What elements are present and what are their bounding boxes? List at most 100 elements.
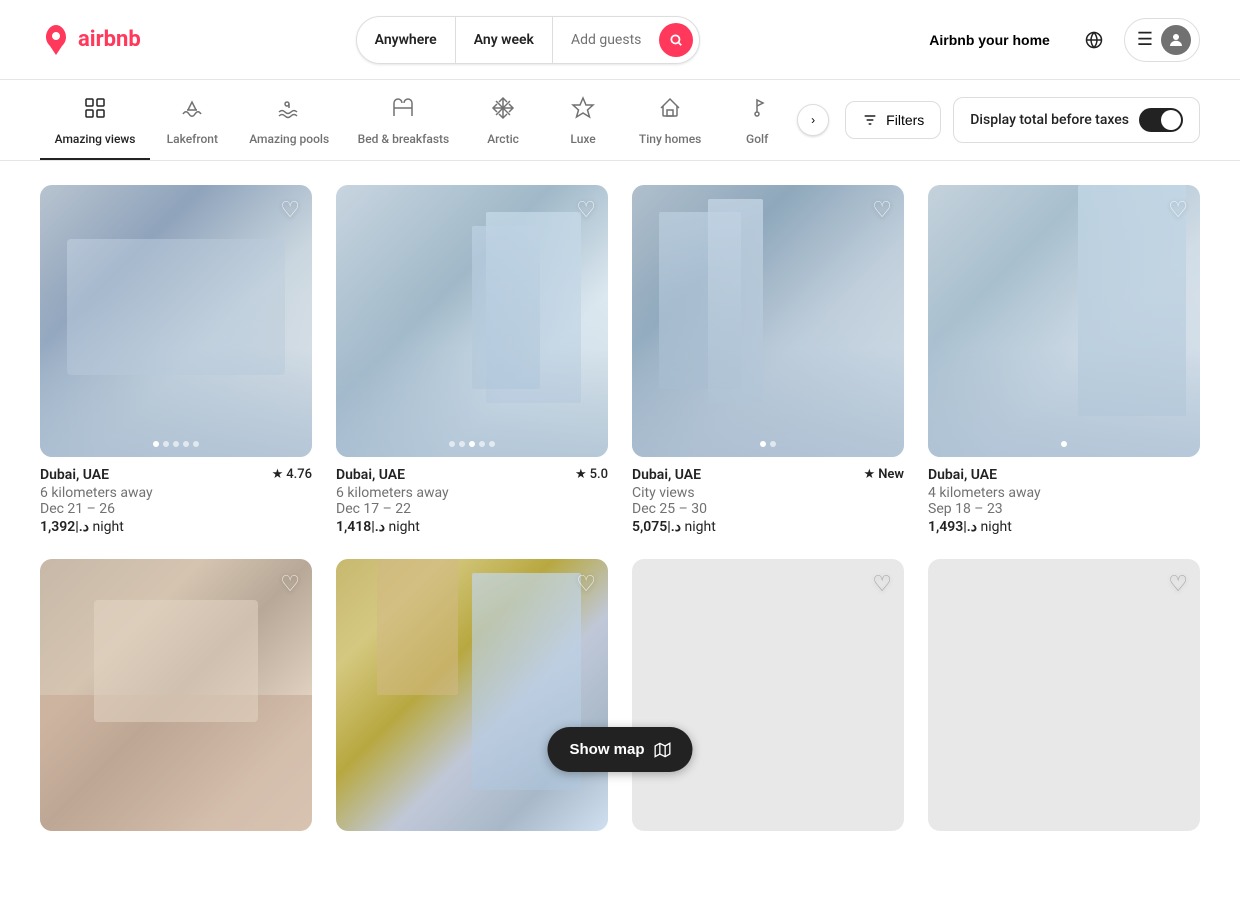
- listing-location-1: Dubai, UAE: [40, 467, 109, 483]
- category-scroll-button[interactable]: ›: [797, 104, 829, 136]
- tiny-homes-icon: [658, 96, 682, 126]
- listing-title-row-4: Dubai, UAE: [928, 467, 1200, 483]
- listing-subtitle-1: 6 kilometers away: [40, 485, 312, 501]
- listing-rating-2: ★ 5.0: [575, 467, 608, 482]
- category-luxe[interactable]: Luxe: [543, 80, 623, 160]
- category-tiny-homes[interactable]: Tiny homes: [623, 80, 717, 160]
- listing-image-wrap-5: ♡: [40, 559, 312, 831]
- dot: [163, 441, 169, 447]
- category-golf[interactable]: Golf: [717, 80, 797, 160]
- listing-card-4[interactable]: ♡ Dubai, UAE 4 kilometers away Sep 18 – …: [928, 185, 1200, 535]
- listing-price-4: 1,493|.د night: [928, 519, 1200, 535]
- listing-image-7: [632, 559, 904, 831]
- filters-label: Filters: [886, 112, 924, 128]
- header-right: Airbnb your home ☰: [915, 18, 1200, 62]
- listing-info-3: Dubai, UAE ★ New City views Dec 25 – 30 …: [632, 467, 904, 535]
- listing-info-1: Dubai, UAE ★ 4.76 6 kilometers away Dec …: [40, 467, 312, 535]
- listing-image-4: [928, 185, 1200, 457]
- language-button[interactable]: [1074, 20, 1114, 60]
- listing-subtitle-4: 4 kilometers away: [928, 485, 1200, 501]
- listing-card-3[interactable]: ♡ Dubai, UAE ★ New City views Dec 25 – 3…: [632, 185, 904, 535]
- listing-price-3: 5,075|.د night: [632, 519, 904, 535]
- lakefront-icon: [180, 96, 204, 126]
- search-icon: [669, 33, 683, 47]
- avatar: [1161, 25, 1191, 55]
- listing-image-wrap-7: ♡: [632, 559, 904, 831]
- filters-button[interactable]: Filters: [845, 101, 941, 139]
- listing-card-2[interactable]: ♡ Dubai, UAE ★ 5.0 6 kilometers: [336, 185, 608, 535]
- listing-rating-3: ★ New: [864, 467, 904, 482]
- star-icon: ★: [272, 467, 284, 482]
- listing-info-4: Dubai, UAE 4 kilometers away Sep 18 – 23…: [928, 467, 1200, 535]
- dot: [469, 441, 475, 447]
- category-label: Arctic: [487, 132, 519, 146]
- listing-price-1: 1,392|.د night: [40, 519, 312, 535]
- dot: [183, 441, 189, 447]
- listing-rating-1: ★ 4.76: [272, 467, 312, 482]
- listing-image-wrap-2: ♡: [336, 185, 608, 457]
- dot: [760, 441, 766, 447]
- toggle-knob: [1161, 110, 1181, 130]
- listing-card-8[interactable]: ♡: [928, 559, 1200, 841]
- listing-location-2: Dubai, UAE: [336, 467, 405, 483]
- host-button[interactable]: Airbnb your home: [915, 22, 1064, 58]
- category-label: Tiny homes: [639, 132, 701, 146]
- category-arctic[interactable]: Arctic: [463, 80, 543, 160]
- category-lakefront[interactable]: Lakefront: [150, 80, 234, 160]
- listing-image-wrap-8: ♡: [928, 559, 1200, 831]
- image-dots-2: [449, 441, 495, 447]
- category-label: Amazing views: [55, 132, 136, 146]
- star-icon: ★: [864, 467, 876, 482]
- listing-info-2: Dubai, UAE ★ 5.0 6 kilometers away Dec 1…: [336, 467, 608, 535]
- listing-card-1[interactable]: ♡ Dubai, UAE ★ 4.76 6 kilometer: [40, 185, 312, 535]
- dot: [489, 441, 495, 447]
- chevron-right-icon: ›: [811, 113, 815, 127]
- listing-card-7[interactable]: ♡: [632, 559, 904, 841]
- logo[interactable]: airbnb: [40, 24, 141, 56]
- taxes-toggle-container: Display total before taxes: [953, 97, 1200, 143]
- search-dates[interactable]: Any week: [456, 17, 553, 63]
- listing-dates-3: Dec 25 – 30: [632, 501, 904, 517]
- show-map-button[interactable]: Show map: [547, 727, 692, 772]
- listing-card-5[interactable]: ♡: [40, 559, 312, 841]
- dot: [193, 441, 199, 447]
- search-guests[interactable]: Add guests: [553, 17, 659, 63]
- wishlist-button-3[interactable]: ♡: [872, 197, 892, 223]
- wishlist-button-6[interactable]: ♡: [576, 571, 596, 597]
- listing-dates-4: Sep 18 – 23: [928, 501, 1200, 517]
- listing-location-4: Dubai, UAE: [928, 467, 997, 483]
- search-bar: Anywhere Any week Add guests: [356, 16, 701, 64]
- wishlist-button-2[interactable]: ♡: [576, 197, 596, 223]
- listing-card-6[interactable]: ♡: [336, 559, 608, 841]
- dot: [459, 441, 465, 447]
- category-amazing-pools[interactable]: Amazing pools: [235, 80, 344, 160]
- category-bed-breakfasts[interactable]: Bed & breakfasts: [344, 80, 463, 160]
- wishlist-button-4[interactable]: ♡: [1168, 197, 1188, 223]
- listing-image-6: [336, 559, 608, 831]
- airbnb-logo-icon: [40, 24, 72, 56]
- wishlist-button-8[interactable]: ♡: [1168, 571, 1188, 597]
- search-location[interactable]: Anywhere: [357, 17, 456, 63]
- listing-image-wrap-4: ♡: [928, 185, 1200, 457]
- dot: [173, 441, 179, 447]
- wishlist-button-1[interactable]: ♡: [280, 197, 300, 223]
- listing-dates-2: Dec 17 – 22: [336, 501, 608, 517]
- amazing-views-icon: [83, 96, 107, 126]
- wishlist-button-7[interactable]: ♡: [872, 571, 892, 597]
- taxes-toggle-switch[interactable]: [1139, 108, 1183, 132]
- category-amazing-views[interactable]: Amazing views: [40, 80, 150, 160]
- listing-image-2: [336, 185, 608, 457]
- category-nav: Amazing views Lakefront A: [0, 80, 1240, 161]
- taxes-label: Display total before taxes: [970, 112, 1129, 128]
- wishlist-button-5[interactable]: ♡: [280, 571, 300, 597]
- globe-icon: [1085, 31, 1103, 49]
- logo-text: airbnb: [78, 27, 141, 52]
- hamburger-icon: ☰: [1137, 29, 1153, 50]
- user-menu[interactable]: ☰: [1124, 18, 1200, 62]
- golf-icon: [745, 96, 769, 126]
- luxe-icon: [571, 96, 595, 126]
- listing-image-wrap-1: ♡: [40, 185, 312, 457]
- search-button[interactable]: [659, 23, 693, 57]
- listing-location-3: Dubai, UAE: [632, 467, 701, 483]
- listing-image-8: [928, 559, 1200, 831]
